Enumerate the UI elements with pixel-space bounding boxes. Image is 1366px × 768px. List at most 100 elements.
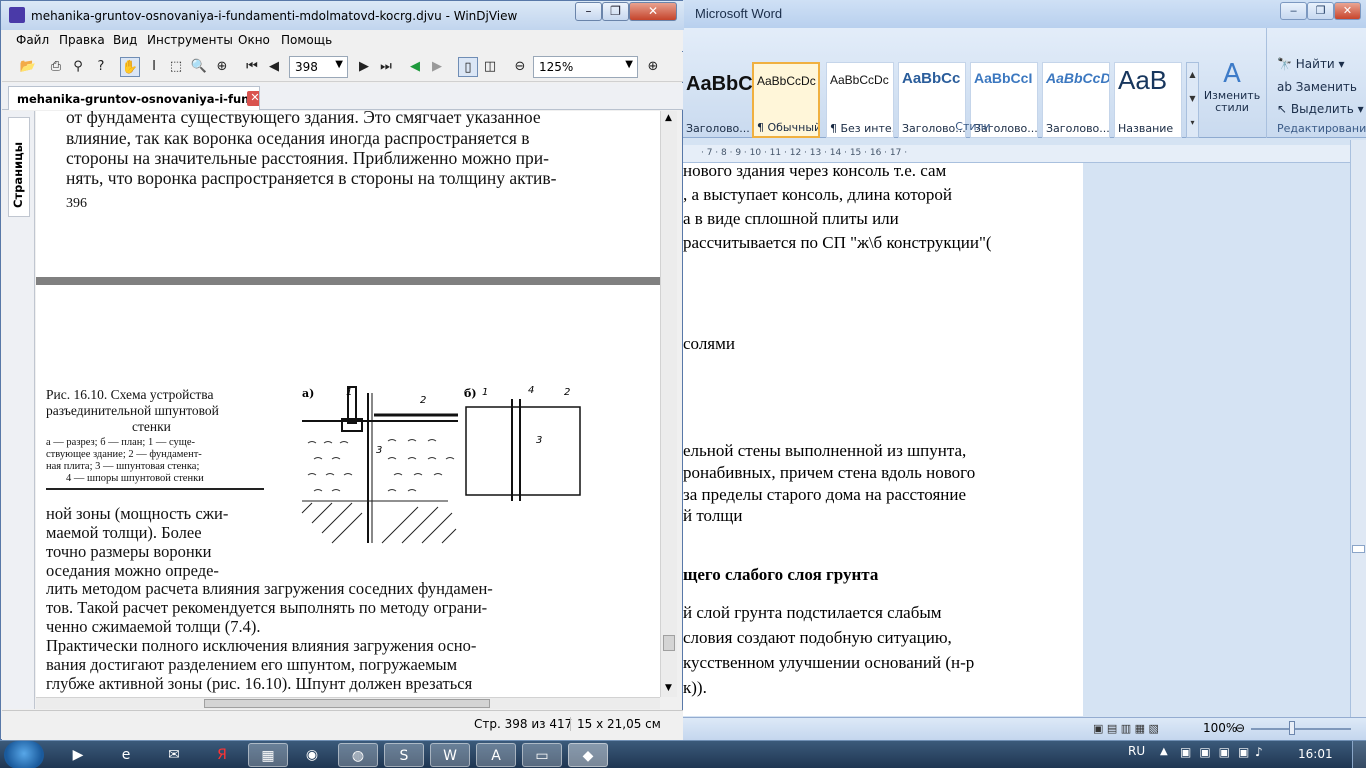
zoom-rect-icon[interactable]: ⊕ (212, 57, 232, 77)
minimize-button[interactable]: – (1280, 2, 1307, 20)
djview-close-button[interactable]: ✕ (629, 2, 677, 21)
djview-title-bar: mehanika-gruntov-osnovaniya-i-fundamenti… (1, 1, 684, 30)
help-icon[interactable]: ? (91, 57, 111, 77)
document-view[interactable]: от фундамента существующего здания. Это … (36, 111, 660, 697)
close-button[interactable]: ✕ (1334, 2, 1361, 20)
cursor-icon: ↖ (1277, 102, 1291, 116)
document-tab[interactable]: mehanika-gruntov-osnovaniya-i-fun... ✕ (8, 86, 260, 110)
zoom-slider-thumb[interactable] (1289, 721, 1295, 735)
hand-tool-icon[interactable]: ✋ (120, 57, 140, 77)
djview-hscroll-thumb[interactable] (204, 699, 490, 708)
clock[interactable]: 16:01 (1298, 747, 1333, 761)
figure-num-3b: 3 (536, 435, 542, 446)
menu-window[interactable]: Окно (238, 33, 270, 47)
menu-view[interactable]: Вид (113, 33, 137, 47)
word-scroll-thumb[interactable] (1352, 545, 1365, 553)
change-styles-icon: A (1223, 59, 1241, 89)
zoom-slider[interactable] (1251, 728, 1351, 730)
single-page-icon[interactable]: ▯ (458, 57, 478, 77)
zoom-out-button[interactable]: ⊖ (1235, 721, 1245, 735)
globe-icon[interactable]: ◉ (292, 743, 332, 767)
word-document-page[interactable]: нового здания через консоль т.е. сам , а… (683, 163, 1083, 716)
tab-pages[interactable]: Страницы (8, 117, 30, 217)
djview-status-bar: Стр. 398 из 417 15 x 21,05 см (2, 710, 683, 740)
scroll-down-icon[interactable]: ▼ (665, 683, 672, 693)
binoculars-icon: 🔭 (1277, 57, 1296, 71)
djview-minimize-button[interactable]: – (575, 2, 602, 21)
maximize-button[interactable]: ❐ (1307, 2, 1334, 20)
find-button[interactable]: 🔭 Найти ▾ (1277, 57, 1345, 71)
open-icon[interactable]: 📂 (18, 57, 38, 77)
mail-icon[interactable]: ✉ (154, 743, 194, 767)
two-pages-icon[interactable]: ◫ (480, 57, 500, 77)
zoom-icon[interactable]: 🔍 (189, 57, 209, 77)
forward-icon[interactable]: ▶ (427, 57, 447, 77)
chrome-icon[interactable]: ◍ (338, 743, 378, 767)
menu-edit[interactable]: Правка (59, 33, 105, 47)
menu-file[interactable]: Файл (16, 33, 49, 47)
view-buttons[interactable]: ▣ ▤ ▥ ▦ ▧ (1093, 722, 1183, 736)
page-397: Рис. 16.10. Схема устройства разъедините… (36, 285, 660, 697)
page-number-input[interactable]: 398 ▼ (289, 56, 348, 78)
internet-explorer-icon[interactable]: e (106, 743, 146, 767)
figure-num-2a: 2 (420, 395, 426, 406)
prev-page-icon[interactable]: ◀ (264, 57, 284, 77)
word-status-bar: ▣ ▤ ▥ ▦ ▧ 100% ⊖ (683, 717, 1366, 740)
scroll-up-icon[interactable]: ▲ (665, 113, 672, 123)
autocad-icon[interactable]: A (476, 743, 516, 767)
figure-label-b: б) (464, 387, 477, 400)
rect-select-icon[interactable]: ⬚ (166, 57, 186, 77)
editing-group: 🔭 Найти ▾ ab Заменить ↖ Выделить ▾ Редак… (1266, 28, 1366, 138)
volume-icon[interactable]: ♪ (1255, 745, 1263, 759)
page-number-label: 396 (66, 196, 87, 211)
start-button[interactable] (4, 741, 44, 768)
chevron-down-icon: ▼ (335, 59, 343, 70)
word-vertical-scrollbar[interactable] (1350, 140, 1366, 717)
zoom-combo[interactable]: 125% ▼ (533, 56, 638, 78)
window-icon[interactable]: ▭ (522, 743, 562, 767)
editing-group-label: Редактирование (1277, 122, 1366, 135)
chevron-down-icon: ▼ (625, 59, 633, 70)
select-button[interactable]: ↖ Выделить ▾ (1277, 102, 1364, 116)
page-396: от фундамента существующего здания. Это … (36, 111, 660, 277)
explorer-icon[interactable]: ▦ (248, 743, 288, 767)
media-player-icon[interactable]: ▶ (58, 743, 98, 767)
status-page: Стр. 398 из 417 (474, 717, 573, 731)
djview-horizontal-scrollbar[interactable] (36, 697, 660, 709)
yandex-icon[interactable]: Я (202, 743, 242, 767)
find-icon[interactable]: ⚲ (68, 57, 88, 77)
djview-vertical-scrollbar[interactable]: ▲ ▼ (660, 111, 677, 697)
word-title-bar: Microsoft Word – ❐ ✕ (683, 0, 1366, 28)
text-select-icon[interactable]: I (144, 57, 164, 77)
print-icon[interactable]: ⎙ (46, 57, 66, 77)
menu-tools[interactable]: Инструменты (147, 33, 233, 47)
djview-scroll-thumb[interactable] (663, 635, 675, 651)
tray-arrow-icon[interactable]: ▲ (1160, 746, 1168, 757)
word-icon[interactable]: W (430, 743, 470, 767)
word-ruler: · 7 · 8 · 9 · 10 · 11 · 12 · 13 · 14 · 1… (683, 145, 1356, 163)
first-page-icon[interactable]: ⏮ (242, 57, 262, 77)
show-desktop-button[interactable] (1352, 741, 1366, 768)
skype-icon[interactable]: S (384, 743, 424, 767)
zoom-out-icon[interactable]: ⊖ (510, 57, 530, 77)
sidebar: Страницы (2, 111, 35, 709)
status-size: 15 x 21,05 см (570, 717, 661, 731)
zoom-in-icon[interactable]: ⊕ (643, 57, 663, 77)
language-indicator[interactable]: RU (1128, 744, 1145, 758)
close-icon[interactable]: ✕ (247, 91, 259, 106)
styles-group-label: Стили (955, 120, 991, 133)
figure-num-1b: 1 (482, 387, 488, 398)
next-page-icon[interactable]: ▶ (354, 57, 374, 77)
figure-16-10: а) б) 2 1 3 1 4 2 3 (301, 385, 581, 544)
menu-help[interactable]: Помощь (281, 33, 332, 47)
zoom-level: 100% (1203, 721, 1238, 735)
back-icon[interactable]: ◀ (405, 57, 425, 77)
last-page-icon[interactable]: ⏭ (376, 57, 396, 77)
tray-icons[interactable]: ▣▣▣▣ (1180, 745, 1257, 759)
taskbar: ▶ e ✉ Я ▦ ◉ ◍ S W A ▭ ◆ RU ▲ ▣▣▣▣ ♪ 16:0… (0, 740, 1366, 768)
djview-maximize-button[interactable]: ❐ (602, 2, 629, 21)
windjview-icon[interactable]: ◆ (568, 743, 608, 767)
replace-button[interactable]: ab Заменить (1277, 80, 1357, 94)
djview-menu-bar: Файл Правка Вид Инструменты Окно Помощь (2, 30, 683, 51)
change-styles-button[interactable]: A Изменить стили (1201, 58, 1263, 118)
